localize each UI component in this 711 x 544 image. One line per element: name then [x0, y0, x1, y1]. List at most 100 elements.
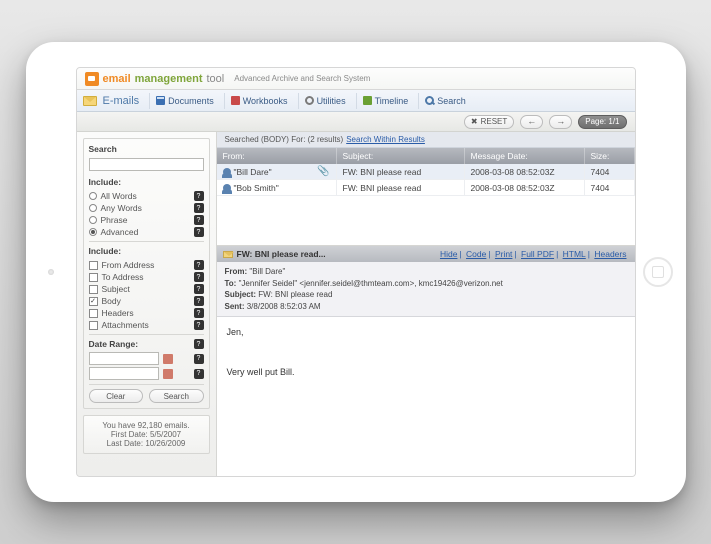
date-to-input[interactable] [89, 367, 159, 380]
check-label: Headers [102, 308, 134, 318]
calendar-icon[interactable] [163, 369, 173, 379]
brand-word-management: management [135, 73, 203, 85]
sidebar: Search Include: All Words? Any Words? Ph… [77, 132, 217, 476]
check-headers[interactable]: Headers? [89, 308, 204, 318]
header-subject[interactable]: Subject: [337, 148, 465, 164]
preview-header: FW: BNI please read... Hide| Code| Print… [217, 246, 635, 262]
checkbox-icon [89, 297, 98, 306]
link-headers[interactable]: Headers [594, 249, 626, 259]
meta-from-label: From: [225, 267, 248, 276]
clear-button[interactable]: Clear [89, 389, 144, 403]
include-label: Include: [89, 177, 204, 187]
date-from-input[interactable] [89, 352, 159, 365]
include-fields-label: Include: [89, 246, 204, 256]
link-hide[interactable]: Hide [440, 249, 457, 259]
results-grid: From: Subject: Message Date: Size: "Bill… [217, 148, 635, 196]
tablet-home-button[interactable] [643, 257, 673, 287]
check-label: Body [102, 296, 121, 306]
search-summary-text: Searched (BODY) For: (2 results) [225, 135, 344, 144]
nav-prev-button[interactable]: ← [520, 115, 543, 129]
workbook-icon [231, 96, 240, 105]
reset-button[interactable]: ✖RESET [464, 115, 514, 129]
preview-title: FW: BNI please read... [237, 249, 326, 259]
check-from-address[interactable]: From Address? [89, 260, 204, 270]
tab-search[interactable]: Search [418, 93, 472, 109]
gear-icon [305, 96, 314, 105]
radio-label: Advanced [101, 227, 139, 237]
grid-row[interactable]: "Bob Smith" FW: BNI please read 2008-03-… [217, 180, 635, 196]
search-summary-bar: Searched (BODY) For: (2 results) Search … [217, 132, 635, 148]
help-icon[interactable]: ? [194, 354, 204, 364]
person-icon [223, 184, 231, 192]
radio-phrase[interactable]: Phrase? [89, 215, 204, 225]
tab-timeline[interactable]: Timeline [356, 93, 415, 109]
check-attachments[interactable]: Attachments? [89, 320, 204, 330]
check-body[interactable]: Body? [89, 296, 204, 306]
link-full-pdf[interactable]: Full PDF [521, 249, 554, 259]
cell-subject: FW: BNI please read [337, 164, 465, 179]
search-button[interactable]: Search [149, 389, 204, 403]
page-label: Page: 1/1 [585, 117, 619, 126]
radio-any-words[interactable]: Any Words? [89, 203, 204, 213]
link-print[interactable]: Print [495, 249, 512, 259]
grid-empty-space [217, 196, 635, 246]
meta-sent-value: 3/8/2008 8:52:03 AM [247, 302, 321, 311]
link-code[interactable]: Code [466, 249, 486, 259]
arrow-left-icon: ← [527, 117, 536, 126]
help-icon[interactable]: ? [194, 227, 204, 237]
body-line: Very well put Bill. [227, 367, 625, 377]
radio-all-words[interactable]: All Words? [89, 191, 204, 201]
radio-icon [89, 216, 97, 224]
help-icon[interactable]: ? [194, 308, 204, 318]
tab-label: Timeline [375, 96, 409, 106]
grid-header: From: Subject: Message Date: Size: [217, 148, 635, 164]
help-icon[interactable]: ? [194, 272, 204, 282]
tab-utilities[interactable]: Utilities [298, 93, 352, 109]
search-label: Search [89, 144, 204, 154]
date-from-row: ? [89, 352, 204, 365]
search-input[interactable] [89, 158, 204, 171]
check-to-address[interactable]: To Address? [89, 272, 204, 282]
header-date[interactable]: Message Date: [465, 148, 585, 164]
meta-subject-value: FW: BNI please read [258, 290, 332, 299]
tab-workbooks[interactable]: Workbooks [224, 93, 294, 109]
stats-first-date: First Date: 5/5/2007 [89, 430, 204, 439]
search-within-link[interactable]: Search Within Results [346, 135, 425, 144]
page-indicator[interactable]: Page: 1/1 [578, 115, 626, 129]
calendar-icon[interactable] [163, 354, 173, 364]
help-icon[interactable]: ? [194, 296, 204, 306]
preview-body[interactable]: Jen, Very well put Bill. [217, 317, 635, 476]
header-from[interactable]: From: [217, 148, 337, 164]
header-size[interactable]: Size: [585, 148, 635, 164]
check-subject[interactable]: Subject? [89, 284, 204, 294]
help-icon[interactable]: ? [194, 191, 204, 201]
date-to-row: ? [89, 367, 204, 380]
tab-documents[interactable]: Documents [149, 93, 220, 109]
help-icon[interactable]: ? [194, 284, 204, 294]
nav-next-button[interactable]: → [549, 115, 572, 129]
help-icon[interactable]: ? [194, 260, 204, 270]
help-icon[interactable]: ? [194, 203, 204, 213]
radio-advanced[interactable]: Advanced? [89, 227, 204, 237]
cell-date: 2008-03-08 08:52:03Z [465, 180, 585, 195]
help-icon[interactable]: ? [194, 369, 204, 379]
search-icon [425, 96, 434, 105]
help-icon[interactable]: ? [194, 215, 204, 225]
help-icon[interactable]: ? [194, 339, 204, 349]
cell-size: 7404 [585, 180, 635, 195]
reset-label: RESET [481, 117, 508, 126]
link-html[interactable]: HTML [563, 249, 586, 259]
grid-row[interactable]: "Bill Dare"📎 FW: BNI please read 2008-03… [217, 164, 635, 180]
help-icon[interactable]: ? [194, 320, 204, 330]
tab-label: Workbooks [243, 96, 288, 106]
app-window: email management tool Advanced Archive a… [76, 67, 636, 477]
envelope-icon [83, 96, 97, 106]
check-label: To Address [102, 272, 144, 282]
radio-icon [89, 192, 97, 200]
tablet-camera [48, 269, 54, 275]
body-line: Jen, [227, 327, 625, 337]
brand-word-email: email [103, 73, 131, 85]
meta-to-value: "Jennifer Seidel" <jennifer.seidel@thmte… [239, 279, 503, 288]
date-range-label: Date Range: [89, 339, 139, 349]
nav-emails[interactable]: E-mails [103, 95, 140, 107]
